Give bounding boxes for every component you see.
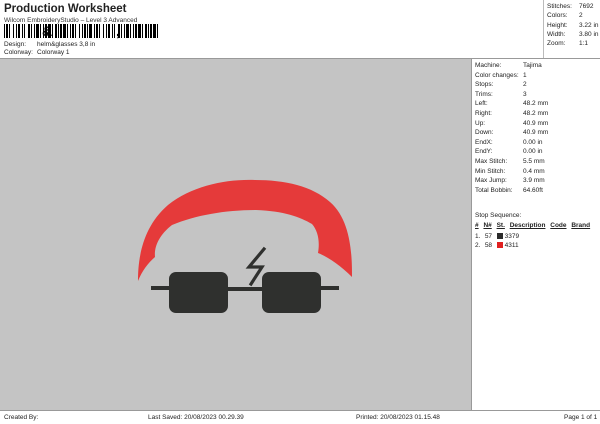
info-row: Max Jump: 3.9 mm bbox=[475, 177, 545, 185]
printed-date: Printed: 20/08/2023 01.15.48 bbox=[356, 414, 440, 421]
col-stitches: St. bbox=[496, 222, 505, 229]
stat-width: Width: 3.80 in bbox=[547, 31, 599, 38]
colorway-row: Colorway: Colorway 1 bbox=[4, 49, 70, 56]
col-brand: Brand bbox=[571, 222, 591, 229]
worksheet-header: Production Worksheet Wilcom EmbroiderySt… bbox=[0, 0, 543, 58]
page-title: Production Worksheet bbox=[4, 3, 127, 15]
barcode-stripe bbox=[157, 24, 158, 38]
info-row: Machine: Tajima bbox=[475, 62, 542, 69]
hat-shape bbox=[138, 179, 352, 281]
glasses-bridge bbox=[227, 287, 263, 291]
embroidery-design bbox=[138, 179, 352, 313]
created-by: Created By: bbox=[4, 414, 39, 421]
info-row: Trims: 3 bbox=[475, 90, 527, 98]
info-row: Up: 40.9 mm bbox=[475, 119, 549, 127]
barcode bbox=[4, 24, 158, 38]
col-number: # bbox=[475, 222, 479, 229]
info-row: Color changes: 1 bbox=[475, 71, 527, 79]
worksheet-footer: Created By: Last Saved: 20/08/2023 00.29… bbox=[0, 410, 600, 424]
left-lens bbox=[169, 272, 228, 313]
glasses-arm-right bbox=[320, 286, 339, 290]
last-saved: Last Saved: 20/08/2023 00.29.39 bbox=[148, 414, 244, 421]
info-row: Max Stitch: 5.5 mm bbox=[475, 158, 545, 165]
info-row: Down: 40.9 mm bbox=[475, 129, 549, 137]
glasses-arm-left bbox=[151, 286, 170, 290]
stat-stitches: Stitches: 7692 bbox=[547, 3, 594, 10]
info-row: Min Stitch: 0.4 mm bbox=[475, 167, 545, 175]
info-row: Left: 48.2 mm bbox=[475, 100, 549, 108]
stop-sequence-header: # N# St. Description Code Brand bbox=[475, 222, 593, 229]
design-preview-canvas bbox=[0, 58, 471, 410]
lightning-bolt-icon bbox=[245, 246, 267, 287]
stat-colors: Colors: 2 bbox=[547, 12, 583, 19]
machine-info-panel: Stop Sequence: # N# St. Description Code… bbox=[471, 58, 600, 410]
info-row: EndX: 0.00 in bbox=[475, 138, 543, 146]
stat-zoom: Zoom: 1:1 bbox=[547, 40, 589, 47]
color-swatch bbox=[496, 233, 503, 239]
info-row: Total Bobbin: 64.60ft bbox=[475, 186, 543, 194]
design-stats-box: Stitches: 7692 Colors: 2 Height: 3.22 in Wi… bbox=[543, 0, 600, 58]
right-lens bbox=[262, 272, 321, 313]
color-swatch bbox=[496, 242, 503, 248]
info-row: EndY: 0.00 in bbox=[475, 148, 543, 156]
info-row: Right: 48.2 mm bbox=[475, 110, 549, 117]
stop-row: 1. 57 3379 bbox=[475, 233, 520, 240]
page-number: Page 1 of 1 bbox=[564, 414, 598, 421]
colorway-label: Colorway: bbox=[4, 49, 33, 56]
design-value: helm&glasses 3,8 in bbox=[37, 41, 96, 48]
col-description: Description bbox=[509, 222, 546, 229]
barcode-glyph-comma: , bbox=[116, 23, 120, 39]
col-needle: N# bbox=[483, 222, 492, 229]
design-row: Design: helm&glasses 3,8 in bbox=[4, 41, 95, 48]
design-label: Design: bbox=[4, 41, 27, 48]
barcode-glyph-ampersand: & bbox=[42, 23, 53, 39]
colorway-value: Colorway 1 bbox=[37, 49, 70, 56]
stop-row: 2. 58 4311 bbox=[475, 242, 519, 249]
stop-sequence-title: Stop Sequence: bbox=[475, 212, 522, 219]
col-code: Code bbox=[550, 222, 567, 229]
stat-height: Height: 3.22 in bbox=[547, 22, 599, 29]
info-row: Stops: 2 bbox=[475, 81, 527, 89]
